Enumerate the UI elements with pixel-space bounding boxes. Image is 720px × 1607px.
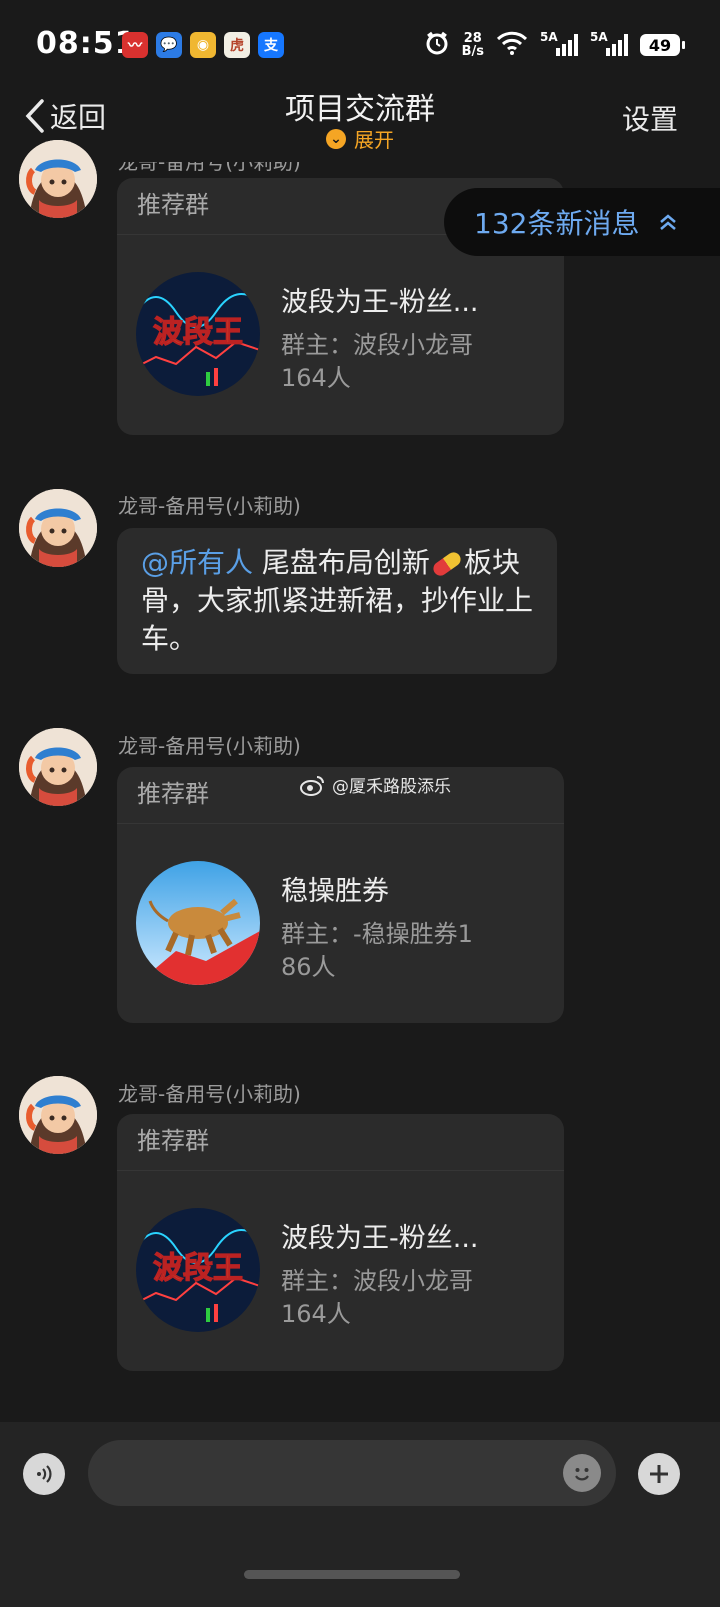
status-bar: 08:51 〰 💬 ◉ 虎 支 28 B/s 5A 5A 49 [0, 0, 720, 92]
expand-button[interactable]: ⌄ 展开 [0, 124, 720, 153]
card-label: 推荐群 [117, 1114, 564, 1171]
double-chevron-up-icon [660, 214, 677, 230]
group-member-count: 164人 [281, 1300, 351, 1328]
message-app-icon: 💬 [156, 32, 182, 58]
group-image: 波段王 [136, 272, 260, 396]
avatar[interactable] [19, 489, 97, 567]
tiger-app-icon: 虎 [224, 32, 250, 58]
chevron-down-icon: ⌄ [326, 128, 346, 149]
voice-icon [37, 1465, 52, 1483]
group-owner: 群主：-稳操胜券1 [281, 920, 473, 948]
new-messages-label: 132条新消息 [474, 207, 640, 240]
signal-2-icon: 5A [590, 30, 628, 56]
avatar[interactable] [19, 728, 97, 806]
plus-icon [650, 1465, 668, 1483]
stock-app-icon: 〰 [122, 32, 148, 58]
system-icons: 28 B/s 5A 5A 49 [424, 30, 685, 60]
alipay-app-icon: 支 [258, 32, 284, 58]
group-card[interactable]: 推荐群 波段王 波段为王-粉丝... 群主：波段小龙哥 164人 [117, 1114, 564, 1371]
weibo-logo-icon [300, 775, 324, 796]
group-image-text: 波段王 [153, 1251, 243, 1286]
smiley-icon [569, 1460, 595, 1486]
signal-1-icon: 5A [540, 30, 578, 56]
pill-emoji-icon [430, 549, 464, 579]
group-image: 波段王 [136, 1208, 260, 1332]
sender-name: 龙哥-备用号(小莉助) [118, 1082, 301, 1106]
sender-name: 龙哥-备用号(小莉助) [118, 494, 301, 518]
chat-input-bar [0, 1422, 720, 1607]
voice-input-button[interactable] [23, 1453, 65, 1495]
group-image [136, 861, 260, 985]
battery-icon: 49 [640, 34, 685, 56]
group-name: 波段为王-粉丝... [281, 287, 479, 318]
net-speed-unit: B/s [461, 44, 484, 59]
new-messages-button[interactable]: 132条新消息 [444, 188, 720, 256]
message-input[interactable] [88, 1440, 616, 1506]
more-button[interactable] [638, 1453, 680, 1495]
sender-name: 龙哥-备用号(小莉助) [118, 734, 301, 758]
group-image-text: 波段王 [153, 315, 243, 350]
chat-header: 返回 项目交流群 ⌄ 展开 设置 [0, 80, 720, 162]
message-text-part1: 尾盘布局创新 [261, 546, 430, 579]
avatar[interactable] [19, 140, 97, 218]
wifi-icon [496, 31, 528, 59]
notification-icons: 〰 💬 ◉ 虎 支 [122, 32, 284, 58]
signal-2-label: 5A [590, 30, 608, 44]
group-member-count: 164人 [281, 364, 351, 392]
group-owner: 群主：波段小龙哥 [281, 1267, 473, 1295]
mention-all[interactable]: @所有人 [141, 546, 253, 579]
weibo-app-icon: ◉ [190, 32, 216, 58]
group-card[interactable]: 推荐群 稳操胜券 群主：-稳操胜券1 86人 [117, 767, 564, 1023]
emoji-button[interactable] [563, 1454, 601, 1492]
avatar[interactable] [19, 1076, 97, 1154]
text-message-bubble[interactable]: @所有人 尾盘布局创新 板块骨，大家抓紧进新裙，抄作业上车。 [117, 528, 557, 674]
signal-1-label: 5A [540, 30, 558, 44]
expand-label: 展开 [354, 128, 394, 152]
home-indicator[interactable] [244, 1570, 460, 1579]
group-member-count: 86人 [281, 953, 336, 981]
watermark-text: @厦禾路股添乐 [332, 777, 451, 797]
settings-button[interactable]: 设置 [622, 98, 678, 138]
group-owner: 群主：波段小龙哥 [281, 331, 473, 359]
group-name: 波段为王-粉丝... [281, 1223, 479, 1254]
watermark: @厦禾路股添乐 [300, 772, 451, 797]
group-name: 稳操胜券 [281, 876, 389, 907]
net-speed: 28 B/s [462, 32, 484, 58]
alarm-icon [424, 30, 450, 60]
chat-title[interactable]: 项目交流群 [0, 84, 720, 128]
